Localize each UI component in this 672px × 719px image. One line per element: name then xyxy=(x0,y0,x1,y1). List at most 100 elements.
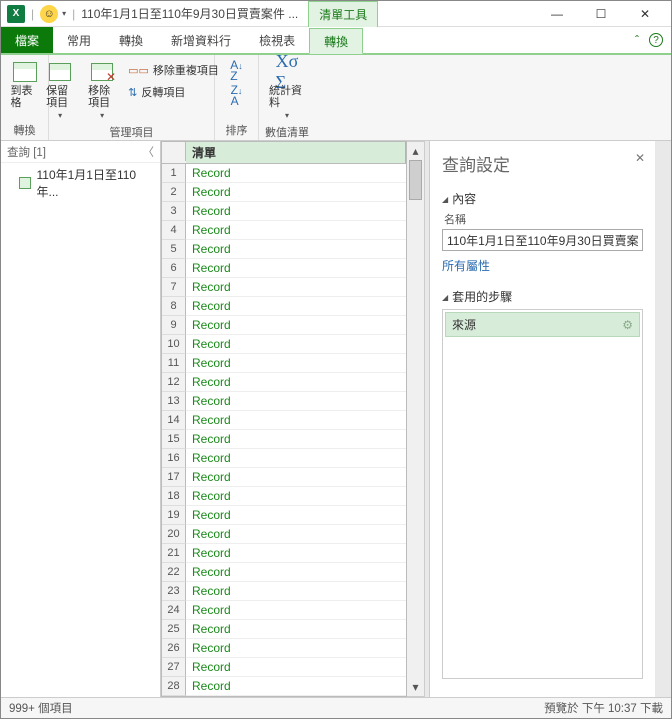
query-item[interactable]: 110年1月1日至110年... xyxy=(1,163,160,203)
table-row[interactable]: 23Record xyxy=(162,582,406,601)
remove-items-button[interactable]: ✕ 移除項目 ▾ xyxy=(84,59,120,122)
cell-value[interactable]: Record xyxy=(186,658,406,677)
cell-value[interactable]: Record xyxy=(186,468,406,487)
cell-value[interactable]: Record xyxy=(186,183,406,202)
table-row[interactable]: 15Record xyxy=(162,430,406,449)
cell-value[interactable]: Record xyxy=(186,544,406,563)
table-row[interactable]: 20Record xyxy=(162,525,406,544)
table-row[interactable]: 10Record xyxy=(162,335,406,354)
tab-view[interactable]: 檢視表 xyxy=(245,27,309,53)
scroll-down-icon[interactable]: ▾ xyxy=(407,678,424,696)
statistics-button[interactable]: XσΣ 統計資料 ▾ xyxy=(265,59,309,122)
cell-value[interactable]: Record xyxy=(186,354,406,373)
grid-header: 清單 xyxy=(162,142,406,164)
cell-value[interactable]: Record xyxy=(186,582,406,601)
table-row[interactable]: 16Record xyxy=(162,449,406,468)
table-row[interactable]: 9Record xyxy=(162,316,406,335)
scroll-thumb[interactable] xyxy=(409,160,422,200)
tab-file[interactable]: 檔案 xyxy=(1,27,53,53)
table-row[interactable]: 19Record xyxy=(162,506,406,525)
group-sort: A↓Z Z↓A 排序 xyxy=(215,55,259,140)
tab-transform[interactable]: 轉換 xyxy=(105,27,157,53)
tab-add-column[interactable]: 新增資料行 xyxy=(157,27,245,53)
table-row[interactable]: 8Record xyxy=(162,297,406,316)
table-row[interactable]: 11Record xyxy=(162,354,406,373)
table-row[interactable]: 5Record xyxy=(162,240,406,259)
settings-title: 查詢設定 xyxy=(442,151,643,176)
cell-value[interactable]: Record xyxy=(186,202,406,221)
cell-value[interactable]: Record xyxy=(186,430,406,449)
row-index: 19 xyxy=(162,506,186,525)
applied-step[interactable]: 來源 ⚙ xyxy=(445,312,640,337)
sort-desc-button[interactable]: Z↓A xyxy=(229,84,245,107)
gear-icon[interactable]: ⚙ xyxy=(622,318,633,332)
keep-items-button[interactable]: 保留項目 ▾ xyxy=(42,59,78,122)
tab-list-transform[interactable]: 轉換 xyxy=(309,28,363,54)
title-bar: X | ☺ ▾ | 110年1月1日至110年9月30日買賣案件 ... 清單工… xyxy=(1,1,671,27)
table-row[interactable]: 25Record xyxy=(162,620,406,639)
cell-value[interactable]: Record xyxy=(186,639,406,658)
cell-value[interactable]: Record xyxy=(186,392,406,411)
table-row[interactable]: 1Record xyxy=(162,164,406,183)
table-row[interactable]: 7Record xyxy=(162,278,406,297)
cell-value[interactable]: Record xyxy=(186,506,406,525)
cell-value[interactable]: Record xyxy=(186,525,406,544)
maximize-button[interactable]: ☐ xyxy=(581,1,621,27)
cell-value[interactable]: Record xyxy=(186,449,406,468)
vertical-scrollbar[interactable]: ▴ ▾ xyxy=(407,141,425,697)
close-button[interactable]: ✕ xyxy=(625,1,665,27)
cell-value[interactable]: Record xyxy=(186,373,406,392)
table-row[interactable]: 21Record xyxy=(162,544,406,563)
table-row[interactable]: 14Record xyxy=(162,411,406,430)
data-grid[interactable]: 清單 1Record2Record3Record4Record5Record6R… xyxy=(161,141,407,697)
reverse-items-button[interactable]: ⇅ 反轉項目 xyxy=(126,83,221,101)
sort-asc-button[interactable]: A↓Z xyxy=(228,59,245,82)
applied-steps-list: 來源 ⚙ xyxy=(442,309,643,679)
table-row[interactable]: 17Record xyxy=(162,468,406,487)
remove-duplicates-button[interactable]: ▭▭ 移除重複項目 xyxy=(126,61,221,79)
column-header[interactable]: 清單 xyxy=(186,142,406,163)
section-properties[interactable]: 內容 xyxy=(442,190,643,207)
to-table-button[interactable]: 到表格 xyxy=(7,59,43,111)
cell-value[interactable]: Record xyxy=(186,411,406,430)
close-pane-icon[interactable]: ✕ xyxy=(635,151,645,165)
cell-value[interactable]: Record xyxy=(186,278,406,297)
cell-value[interactable]: Record xyxy=(186,563,406,582)
table-row[interactable]: 13Record xyxy=(162,392,406,411)
cell-value[interactable]: Record xyxy=(186,620,406,639)
table-row[interactable]: 28Record xyxy=(162,677,406,696)
smiley-icon[interactable]: ☺ xyxy=(40,5,58,23)
scroll-up-icon[interactable]: ▴ xyxy=(407,142,424,160)
cell-value[interactable]: Record xyxy=(186,601,406,620)
row-index: 18 xyxy=(162,487,186,506)
table-row[interactable]: 6Record xyxy=(162,259,406,278)
table-row[interactable]: 22Record xyxy=(162,563,406,582)
cell-value[interactable]: Record xyxy=(186,221,406,240)
table-row[interactable]: 27Record xyxy=(162,658,406,677)
table-row[interactable]: 24Record xyxy=(162,601,406,620)
collapse-pane-icon[interactable]: 〈 xyxy=(143,144,155,160)
chevron-down-icon[interactable]: ▾ xyxy=(62,9,66,18)
cell-value[interactable]: Record xyxy=(186,335,406,354)
tab-home[interactable]: 常用 xyxy=(53,27,105,53)
table-row[interactable]: 3Record xyxy=(162,202,406,221)
table-row[interactable]: 18Record xyxy=(162,487,406,506)
collapse-ribbon-icon[interactable]: ˆ xyxy=(635,33,639,47)
scroll-track[interactable] xyxy=(407,160,424,678)
cell-value[interactable]: Record xyxy=(186,259,406,278)
help-icon[interactable]: ? xyxy=(649,33,663,47)
table-row[interactable]: 2Record xyxy=(162,183,406,202)
cell-value[interactable]: Record xyxy=(186,677,406,696)
table-row[interactable]: 26Record xyxy=(162,639,406,658)
cell-value[interactable]: Record xyxy=(186,240,406,259)
cell-value[interactable]: Record xyxy=(186,164,406,183)
section-applied-steps[interactable]: 套用的步驟 xyxy=(442,288,643,305)
table-row[interactable]: 12Record xyxy=(162,373,406,392)
cell-value[interactable]: Record xyxy=(186,316,406,335)
all-properties-link[interactable]: 所有屬性 xyxy=(442,257,490,274)
cell-value[interactable]: Record xyxy=(186,487,406,506)
table-row[interactable]: 4Record xyxy=(162,221,406,240)
cell-value[interactable]: Record xyxy=(186,297,406,316)
minimize-button[interactable]: — xyxy=(537,1,577,27)
query-name-input[interactable] xyxy=(442,229,643,251)
